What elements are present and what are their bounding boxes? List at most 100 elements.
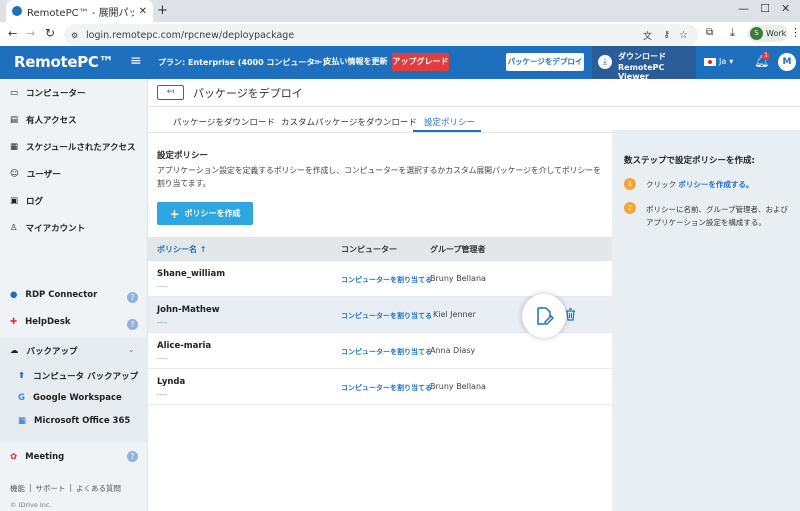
assign-computer-link[interactable]: コンピューターを割り当てる [341, 311, 432, 321]
back-icon[interactable]: ← [8, 27, 17, 40]
user-avatar[interactable]: M [778, 53, 796, 71]
key-icon[interactable]: ⚷ [663, 30, 670, 40]
download-icon[interactable]: ⤓ [730, 26, 735, 40]
section-title: 設定ポリシー [157, 151, 209, 161]
sidebar-item-office365[interactable]: ▦ Microsoft Office 365 [18, 416, 130, 426]
browser-tab-strip: RemotePC™ - 展開パッケージ ✕ + — ☐ ✕ [0, 0, 800, 22]
tab-custom-package[interactable]: カスタムパッケージをダウンロード [281, 116, 417, 128]
logo[interactable]: RemotePC™ [14, 53, 114, 71]
policy-sub: ---- [157, 283, 168, 291]
browser-tab[interactable]: RemotePC™ - 展開パッケージ ✕ [6, 0, 153, 22]
backup-upload-icon: ⬆ [18, 371, 26, 381]
policy-name: John-Mathew [157, 305, 220, 315]
create-policy-label: ポリシーを作成 [184, 209, 241, 218]
assign-computer-link[interactable]: コンピューターを割り当てる [341, 275, 432, 285]
billing-label: 支払い情報を更新 [323, 57, 388, 66]
backup-chevron-icon[interactable]: ⌄ [128, 345, 135, 354]
profile-avatar: S [750, 27, 763, 40]
download-line2: RemotePC Viewer [618, 63, 665, 81]
translate-icon[interactable]: 文 [643, 29, 652, 42]
edit-policy-button[interactable] [522, 294, 566, 338]
profile-button[interactable]: S Work [748, 25, 788, 42]
col-computer: コンピューター [341, 245, 397, 254]
sidebar-item-logs[interactable]: ▣ ログ [10, 195, 43, 207]
plus-icon: + [169, 206, 180, 221]
screen-icon: ▤ [10, 115, 19, 125]
group-admin: Kiel Jenner [433, 310, 476, 319]
table-row[interactable]: Lynda ---- コンピューターを割り当てる Bruny Bellana [148, 369, 612, 405]
sidebar: ▭ コンピューター ▤ 有人アクセス ▦ スケジュールされたアクセス ☺ ユーザー ▣ ロ… [0, 79, 148, 511]
sidebar-item-rdp-connector[interactable]: ● RDP Connector [10, 290, 97, 300]
footer-link-support[interactable]: サポート [36, 483, 66, 494]
upgrade-button[interactable]: アップグレード [392, 53, 449, 71]
policy-sub: ---- [157, 391, 168, 399]
profile-label: Work [766, 29, 787, 38]
tabs-divider [148, 132, 612, 133]
notification-badge: 1 [762, 52, 770, 60]
maximize-icon[interactable]: ☐ [760, 2, 770, 15]
sidebar-item-google-workspace[interactable]: G Google Workspace [18, 393, 122, 403]
group-admin: Bruny Bellana [430, 382, 486, 391]
policy-sub: ---- [157, 355, 168, 363]
sidebar-item-backup[interactable]: ☁ バックアップ [10, 345, 78, 357]
create-policy-button[interactable]: + ポリシーを作成 [157, 202, 253, 225]
rdp-help-icon[interactable]: ? [127, 292, 138, 303]
step-1-text: クリック ポリシーを作成する。 [646, 179, 753, 190]
browser-menu-icon[interactable]: ⋮ [790, 26, 800, 39]
col-policy-name[interactable]: ポリシー名 ↑ [157, 244, 207, 255]
helpdesk-help-icon[interactable]: ? [127, 319, 138, 330]
back-button[interactable]: ↤ [157, 85, 184, 100]
sidebar-item-computers[interactable]: ▭ コンピューター [10, 87, 86, 99]
trash-icon[interactable] [565, 308, 576, 321]
sidebar-item-attended-access[interactable]: ▤ 有人アクセス [10, 114, 77, 126]
sidebar-item-computer-backup[interactable]: ⬆ コンピュータ バックアップ [18, 370, 138, 382]
sidebar-item-meeting[interactable]: ✿ Meeting [10, 452, 64, 462]
step-badge-1: 1 [624, 178, 636, 190]
reload-icon[interactable]: ↻ [45, 26, 55, 40]
policy-name: Shane_william [157, 269, 226, 279]
minimize-icon[interactable]: — [738, 2, 749, 15]
new-tab-icon[interactable]: + [157, 3, 168, 18]
sidebar-footer-links: 機能 | サポート | よくある質問 [10, 483, 121, 494]
hamburger-icon[interactable]: ≡ [130, 53, 142, 69]
section-description: アプリケーション設定を定義するポリシーを作成し、コンピューターを選択するかカスタ… [157, 166, 601, 188]
sidebar-item-scheduled-access[interactable]: ▦ スケジュールされたアクセス [10, 141, 136, 153]
microsoft-icon: ▦ [18, 416, 27, 426]
footer-link-features[interactable]: 機能 [10, 483, 25, 494]
policy-name: Lynda [157, 377, 186, 387]
download-viewer-button[interactable]: ⤓ ダウンロード RemotePC Viewer [592, 46, 696, 81]
assign-computer-link[interactable]: コンピューターを割り当てる [341, 383, 432, 393]
table-row[interactable]: Shane_william ---- コンピューターを割り当てる Bruny B… [148, 261, 612, 297]
col-group-admin: グループ管理者 [430, 245, 486, 254]
meeting-help-icon[interactable]: ? [127, 451, 138, 462]
language-selector[interactable]: Ja ▾ [704, 57, 733, 66]
title-divider [148, 106, 800, 107]
address-bar[interactable]: ⚙ login.remotepc.com/rpcnew/deploypackag… [64, 24, 698, 46]
close-window-icon[interactable]: ✕ [781, 2, 790, 15]
footer-link-faq[interactable]: よくある質問 [76, 483, 121, 494]
sidebar-item-my-account[interactable]: ♙ マイアカウント [10, 222, 85, 234]
sidebar-item-users[interactable]: ☺ ユーザー [10, 168, 61, 180]
favicon-icon [12, 6, 22, 16]
sort-up-icon: ↑ [199, 245, 207, 254]
table-row[interactable]: Alice-maria ---- コンピューターを割り当てる Anna Dias… [148, 333, 612, 369]
monitor-icon: ▭ [10, 88, 19, 98]
extensions-icon[interactable]: ⧉ [706, 27, 713, 38]
close-tab-icon[interactable]: ✕ [139, 6, 147, 17]
table-row[interactable]: John-Mathew ---- コンピューターを割り当てる Kiel Jenn… [148, 294, 612, 338]
forward-icon[interactable]: → [26, 27, 35, 40]
account-icon: ♙ [10, 223, 18, 233]
star-icon[interactable]: ☆ [679, 30, 688, 41]
tab-settings-policy[interactable]: 設定ポリシー [424, 116, 475, 128]
step-1-link[interactable]: ポリシーを作成する。 [678, 180, 753, 189]
sidebar-item-helpdesk[interactable]: ✚ HelpDesk [10, 317, 71, 327]
deploy-package-button[interactable]: パッケージをデプロイ [506, 53, 584, 71]
tab-download-package[interactable]: パッケージをダウンロード [173, 116, 275, 128]
site-info-icon: ⚙ [71, 30, 79, 40]
copyright: © IDrive Inc. [10, 501, 52, 509]
separator: | [69, 483, 73, 492]
billing-link[interactable]: ▭ 支払い情報を更新 [312, 56, 388, 67]
assign-computer-link[interactable]: コンピューターを割り当てる [341, 347, 432, 357]
separator: | [29, 483, 32, 492]
step-1-prefix: クリック [646, 180, 676, 189]
